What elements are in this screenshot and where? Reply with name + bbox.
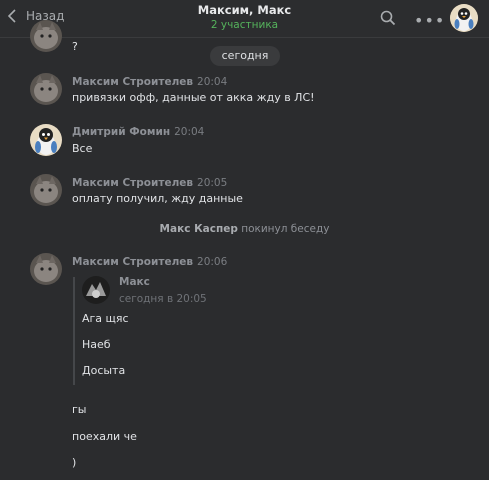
avatar[interactable]	[30, 73, 62, 105]
message-time[interactable]: 20:04	[174, 126, 204, 138]
avatar[interactable]	[30, 253, 62, 285]
forwarded-date[interactable]: сегодня в 20:05	[119, 293, 207, 305]
more-dots-icon: •••	[414, 11, 446, 30]
message-author[interactable]: Дмитрий Фомин	[72, 126, 170, 138]
message-time[interactable]: 20:04	[197, 76, 227, 88]
message-text: ?	[72, 40, 78, 53]
avatar[interactable]	[30, 174, 62, 206]
forwarded-line: Ага щяс	[82, 312, 129, 325]
message-author[interactable]: Максим Строителев	[72, 256, 193, 268]
message-text: привязки офф, данные от акка жду в ЛС!	[72, 91, 315, 104]
penguin-avatar-icon	[30, 124, 62, 156]
cat-avatar-icon	[30, 253, 62, 285]
cat-avatar-icon	[30, 73, 62, 105]
message-header: Максим Строителев 20:06	[72, 255, 227, 268]
avatar[interactable]	[30, 124, 62, 156]
system-actor[interactable]: Макс Каспер	[160, 223, 238, 235]
message-time[interactable]: 20:06	[197, 256, 227, 268]
more-button[interactable]: •••	[414, 11, 445, 30]
forwarded-line: Досыта	[82, 364, 126, 377]
message-text: )	[72, 456, 77, 469]
message-text: гы	[72, 403, 87, 416]
forwarded-avatar[interactable]	[82, 276, 110, 304]
search-icon	[380, 10, 396, 26]
forwarded-line: Наеб	[82, 338, 111, 351]
penguin-avatar-icon	[450, 4, 478, 32]
chat-header: Назад Максим, Макс 2 участника •••	[0, 0, 489, 38]
cat-avatar-icon	[30, 174, 62, 206]
forwarded-bar	[73, 277, 75, 385]
message-time[interactable]: 20:05	[197, 177, 227, 189]
cat-avatar-icon	[30, 20, 62, 52]
system-action: покинул беседу	[241, 223, 330, 235]
message-text: Все	[72, 142, 93, 155]
date-divider: сегодня	[210, 46, 280, 66]
message-header: Максим Строителев 20:04	[72, 75, 227, 88]
message-text: оплату получил, жду данные	[72, 192, 243, 205]
forwarded-author[interactable]: Макс	[119, 276, 150, 288]
search-button[interactable]	[380, 10, 396, 29]
message-header: Максим Строителев 20:05	[72, 176, 227, 189]
message-author[interactable]: Максим Строителев	[72, 177, 193, 189]
dark-avatar-icon	[82, 276, 110, 304]
system-message: Макс Каспер покинул беседу	[0, 223, 489, 235]
avatar[interactable]	[30, 20, 62, 52]
message-header: Дмитрий Фомин 20:04	[72, 125, 204, 138]
message-author[interactable]: Максим Строителев	[72, 76, 193, 88]
chat-avatar[interactable]	[450, 4, 478, 32]
message-text: поехали че	[72, 430, 137, 443]
